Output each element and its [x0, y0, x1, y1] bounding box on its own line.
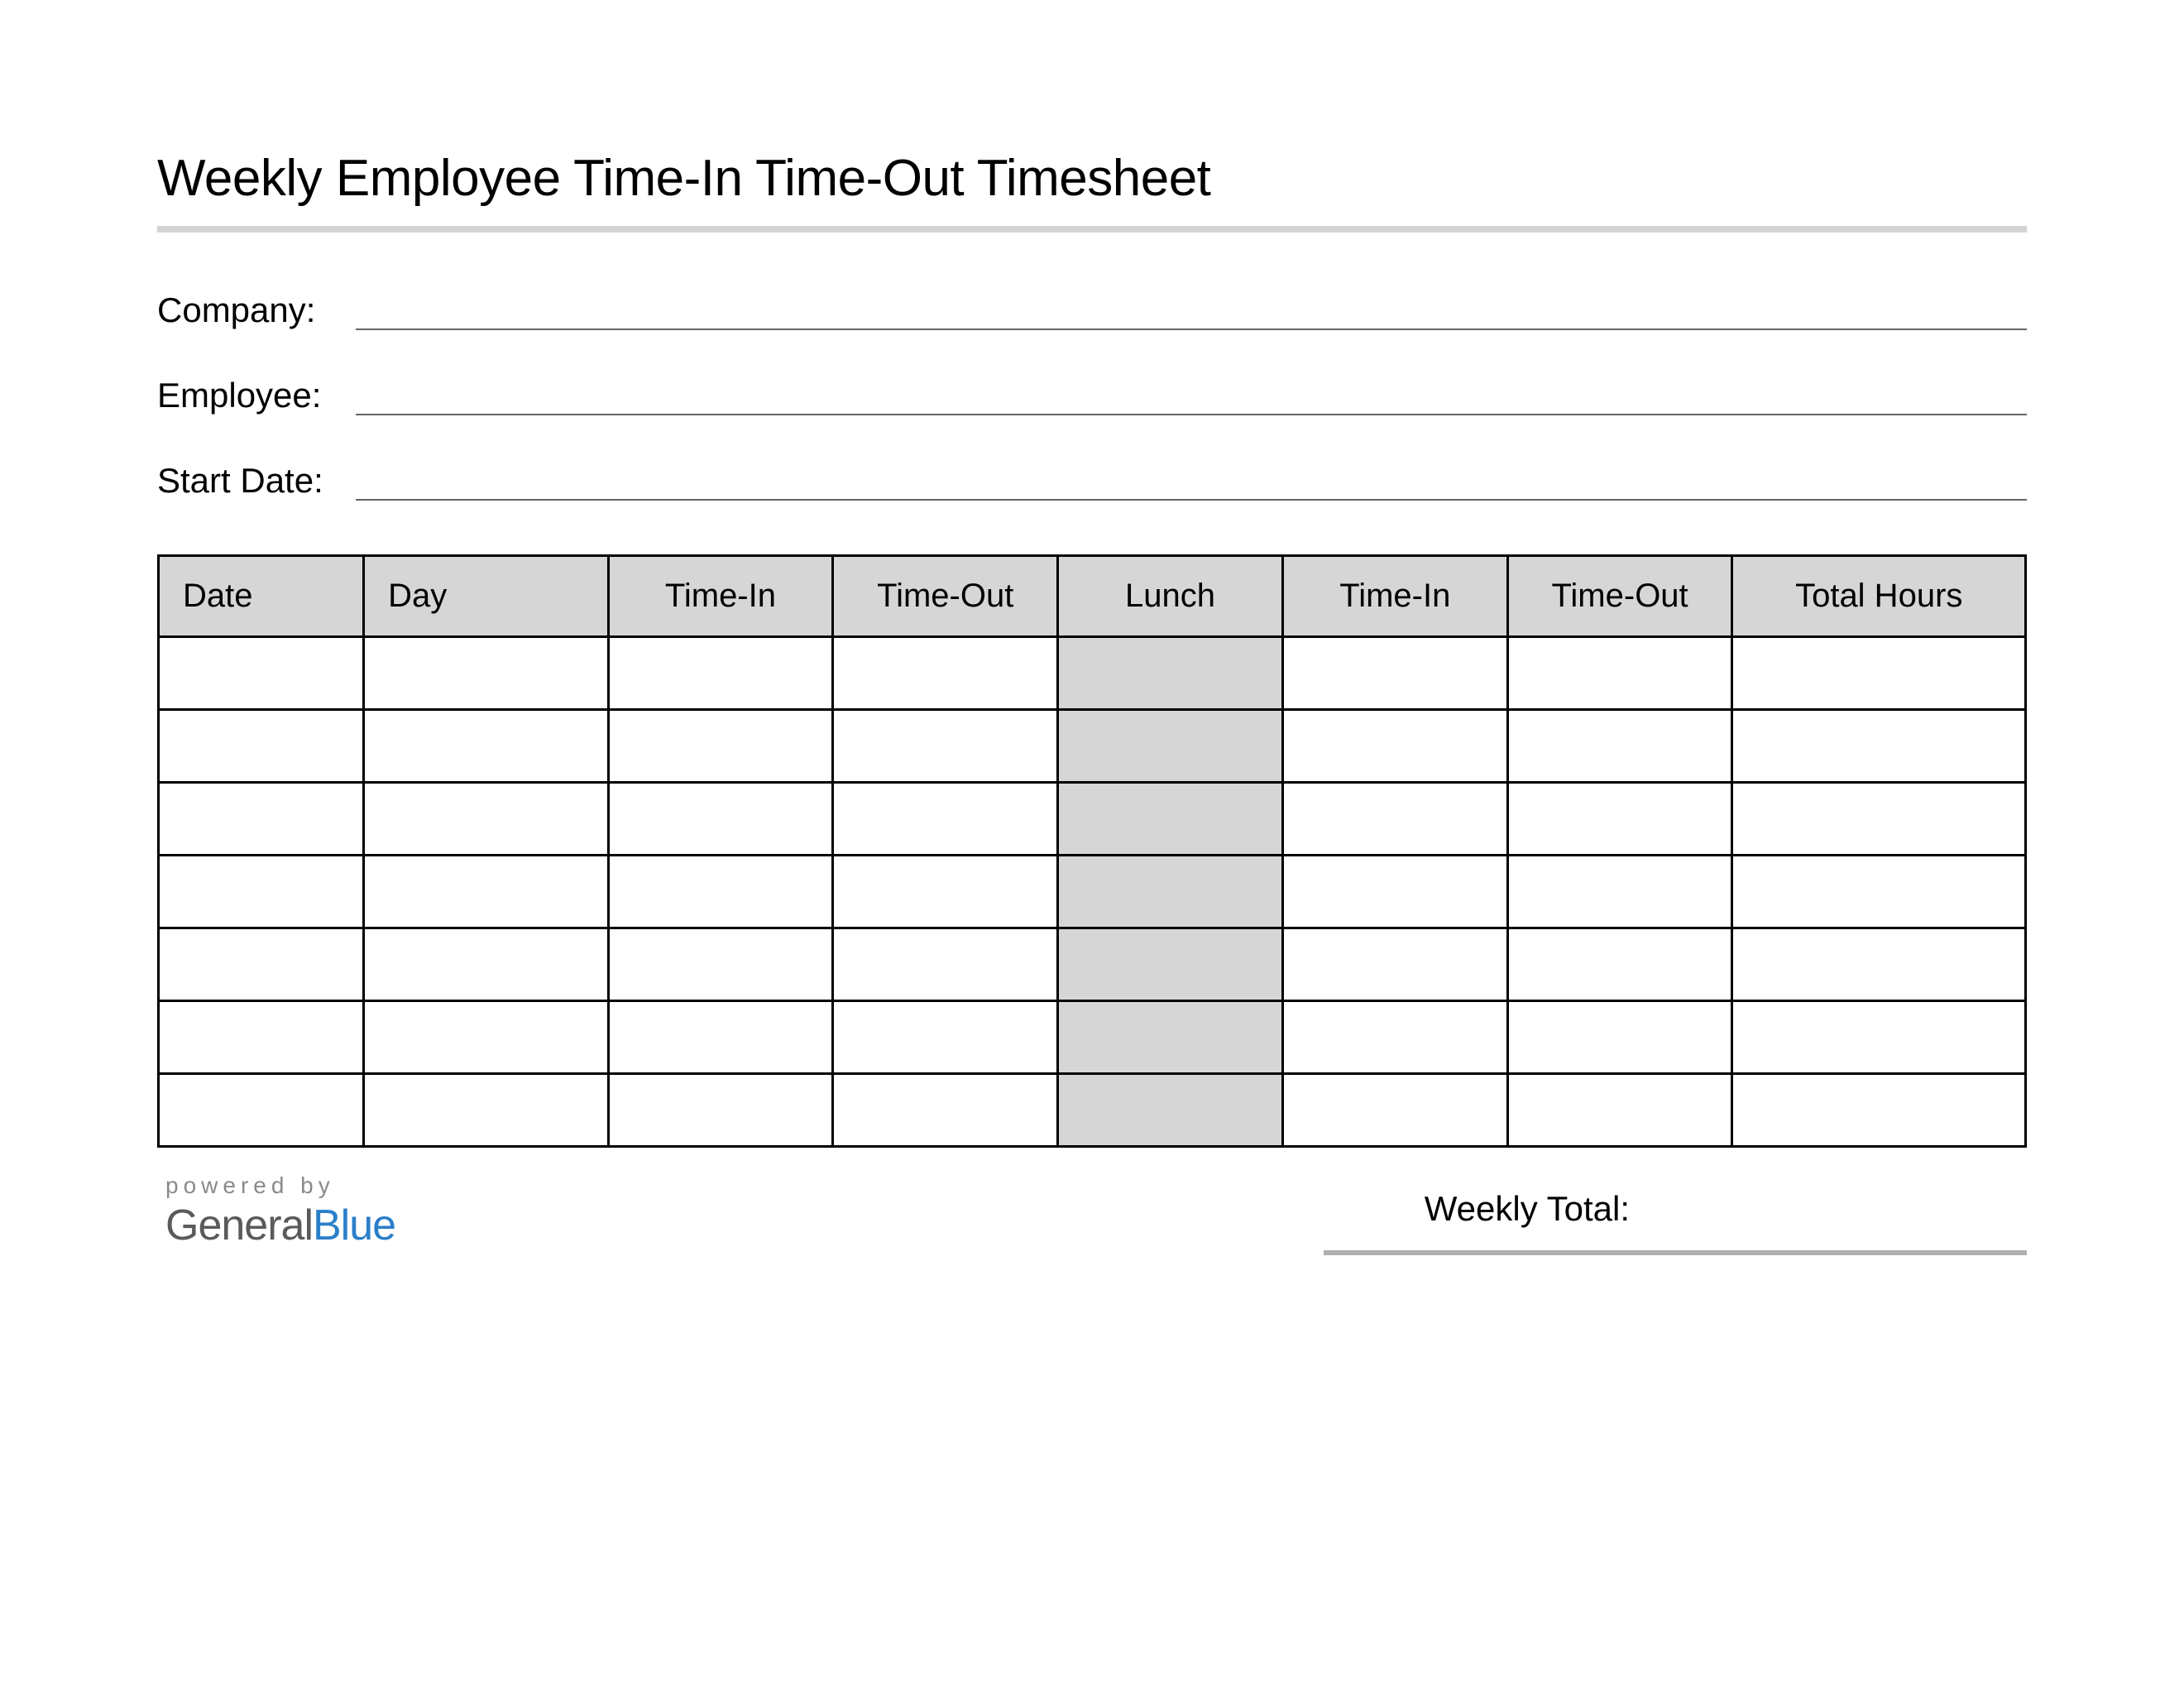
title-divider	[157, 226, 2027, 233]
company-field-row: Company:	[157, 290, 2027, 330]
table-cell[interactable]	[833, 637, 1058, 710]
col-day: Day	[364, 556, 608, 637]
start-date-field-row: Start Date:	[157, 461, 2027, 501]
table-cell[interactable]	[1507, 1074, 1732, 1147]
employee-field-row: Employee:	[157, 376, 2027, 415]
table-cell[interactable]	[364, 637, 608, 710]
col-lunch: Lunch	[1058, 556, 1283, 637]
table-row	[159, 928, 2026, 1001]
table-cell[interactable]	[1058, 783, 1283, 856]
brand-logo: GeneralBlue	[165, 1201, 395, 1250]
start-date-label: Start Date:	[157, 461, 356, 501]
company-input-line[interactable]	[356, 295, 2027, 330]
table-cell[interactable]	[833, 1074, 1058, 1147]
table-cell[interactable]	[833, 1001, 1058, 1074]
table-cell[interactable]	[608, 637, 833, 710]
col-time-out-2: Time-Out	[1507, 556, 1732, 637]
table-cell[interactable]	[1507, 928, 1732, 1001]
table-cell[interactable]	[1282, 856, 1507, 928]
table-cell[interactable]	[1058, 1074, 1283, 1147]
table-cell[interactable]	[1732, 710, 2026, 783]
table-cell[interactable]	[608, 856, 833, 928]
table-cell[interactable]	[159, 783, 364, 856]
table-cell[interactable]	[159, 856, 364, 928]
table-cell[interactable]	[159, 710, 364, 783]
table-cell[interactable]	[608, 1001, 833, 1074]
weekly-total-divider	[1324, 1250, 2027, 1255]
table-cell[interactable]	[1058, 928, 1283, 1001]
table-cell[interactable]	[1282, 1001, 1507, 1074]
brand-second: Blue	[313, 1201, 395, 1249]
table-cell[interactable]	[159, 637, 364, 710]
table-cell[interactable]	[1058, 1001, 1283, 1074]
table-cell[interactable]	[1732, 856, 2026, 928]
table-cell[interactable]	[1732, 1001, 2026, 1074]
table-cell[interactable]	[1507, 856, 1732, 928]
brand-first: General	[165, 1201, 313, 1249]
col-time-in-2: Time-In	[1282, 556, 1507, 637]
table-cell[interactable]	[159, 928, 364, 1001]
col-time-in-1: Time-In	[608, 556, 833, 637]
table-cell[interactable]	[608, 928, 833, 1001]
page-title: Weekly Employee Time-In Time-Out Timeshe…	[157, 149, 2027, 208]
table-cell[interactable]	[1732, 783, 2026, 856]
table-body	[159, 637, 2026, 1147]
table-cell[interactable]	[1282, 637, 1507, 710]
table-cell[interactable]	[1282, 783, 1507, 856]
footer: powered by GeneralBlue Weekly Total:	[157, 1172, 2027, 1255]
table-cell[interactable]	[1058, 637, 1283, 710]
table-row	[159, 710, 2026, 783]
weekly-total-area: Weekly Total:	[1324, 1189, 2027, 1255]
table-cell[interactable]	[364, 1074, 608, 1147]
table-cell[interactable]	[364, 1001, 608, 1074]
table-cell[interactable]	[1058, 710, 1283, 783]
col-total-hours: Total Hours	[1732, 556, 2026, 637]
table-cell[interactable]	[1732, 637, 2026, 710]
table-cell[interactable]	[833, 710, 1058, 783]
table-cell[interactable]	[364, 856, 608, 928]
table-row	[159, 1074, 2026, 1147]
table-cell[interactable]	[1732, 1074, 2026, 1147]
table-row	[159, 637, 2026, 710]
col-date: Date	[159, 556, 364, 637]
powered-by-text: powered by	[165, 1172, 395, 1199]
table-row	[159, 1001, 2026, 1074]
table-cell[interactable]	[608, 1074, 833, 1147]
table-cell[interactable]	[1282, 710, 1507, 783]
table-cell[interactable]	[608, 710, 833, 783]
col-time-out-1: Time-Out	[833, 556, 1058, 637]
timesheet-table: Date Day Time-In Time-Out Lunch Time-In …	[157, 554, 2027, 1148]
table-header-row: Date Day Time-In Time-Out Lunch Time-In …	[159, 556, 2026, 637]
table-cell[interactable]	[159, 1001, 364, 1074]
company-label: Company:	[157, 290, 356, 330]
table-row	[159, 783, 2026, 856]
table-cell[interactable]	[1058, 856, 1283, 928]
table-cell[interactable]	[1507, 783, 1732, 856]
table-cell[interactable]	[1507, 1001, 1732, 1074]
table-cell[interactable]	[364, 928, 608, 1001]
brand-block: powered by GeneralBlue	[165, 1172, 395, 1250]
table-cell[interactable]	[364, 710, 608, 783]
table-cell[interactable]	[364, 783, 608, 856]
table-cell[interactable]	[833, 856, 1058, 928]
table-cell[interactable]	[1282, 928, 1507, 1001]
table-cell[interactable]	[1507, 710, 1732, 783]
table-cell[interactable]	[608, 783, 833, 856]
table-cell[interactable]	[833, 783, 1058, 856]
table-cell[interactable]	[1732, 928, 2026, 1001]
timesheet-document: Weekly Employee Time-In Time-Out Timeshe…	[0, 0, 2184, 1688]
table-cell[interactable]	[833, 928, 1058, 1001]
employee-label: Employee:	[157, 376, 356, 415]
start-date-input-line[interactable]	[356, 466, 2027, 501]
table-cell[interactable]	[1507, 637, 1732, 710]
table-cell[interactable]	[159, 1074, 364, 1147]
employee-input-line[interactable]	[356, 381, 2027, 415]
weekly-total-label: Weekly Total:	[1425, 1189, 1630, 1239]
table-cell[interactable]	[1282, 1074, 1507, 1147]
table-row	[159, 856, 2026, 928]
